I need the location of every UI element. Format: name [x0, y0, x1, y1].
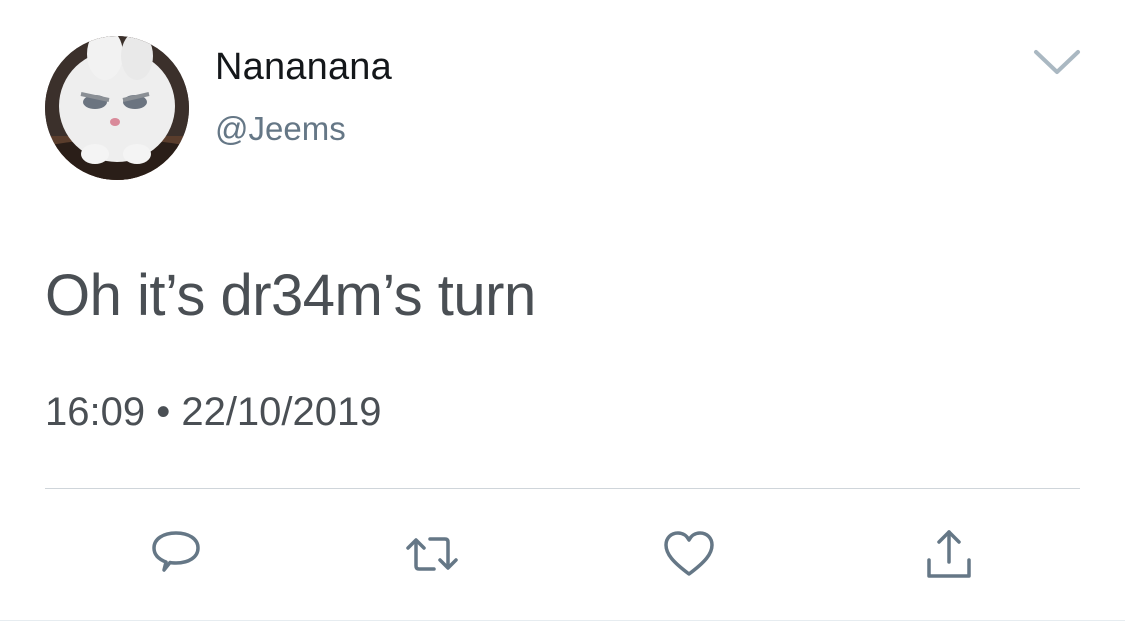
avatar[interactable]	[45, 36, 189, 180]
timestamp[interactable]: 16:09 • 22/10/2019	[45, 390, 382, 435]
chevron-down-icon[interactable]	[1030, 44, 1084, 80]
avatar-icon	[45, 36, 189, 180]
divider	[45, 488, 1080, 489]
handle[interactable]: @Jeems	[215, 110, 346, 148]
like-button[interactable]	[661, 526, 717, 582]
tweet-text: Oh it’s dr34m’s turn	[45, 263, 536, 328]
heart-icon	[664, 531, 714, 576]
reply-button[interactable]	[148, 526, 204, 582]
share-button[interactable]	[921, 526, 977, 582]
retweet-button[interactable]	[404, 526, 460, 582]
reply-icon	[152, 531, 200, 572]
share-icon	[927, 530, 971, 578]
retweet-icon	[406, 537, 458, 571]
display-name[interactable]: Nananana	[215, 46, 392, 89]
bottom-divider	[0, 620, 1125, 621]
